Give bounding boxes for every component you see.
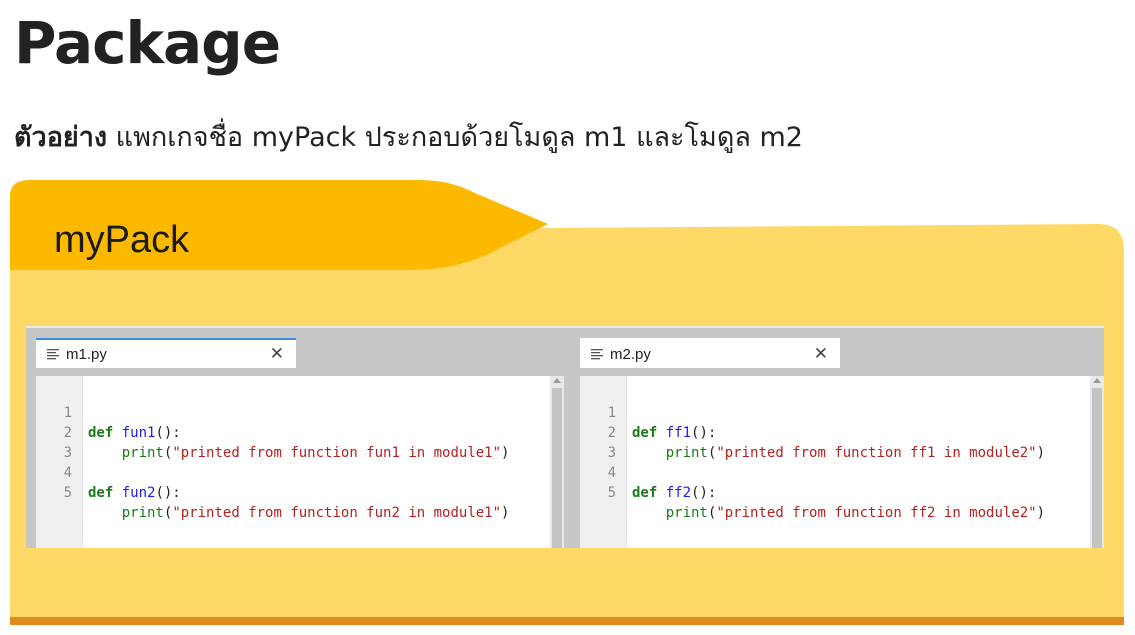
scrollbar-thumb[interactable] [552, 388, 562, 548]
vertical-scrollbar[interactable] [1090, 376, 1104, 548]
code-line: 5 print("printed from function fun2 in m… [36, 463, 510, 521]
file-lines-icon [47, 349, 59, 360]
line-number: 5 [63, 485, 72, 501]
folder-name: myPack [54, 219, 190, 261]
line-number: 5 [607, 485, 616, 501]
code-line: 5 print("printed from function ff2 in mo… [580, 463, 1045, 521]
code-area[interactable]: 1 def ff1(): 2 print("printed from funct… [580, 376, 1090, 548]
code-line: 3 [580, 423, 647, 461]
scrollbar-thumb[interactable] [1092, 388, 1102, 548]
code-line: 4 def fun2(): [36, 443, 181, 501]
file-lines-icon [591, 349, 603, 360]
close-icon[interactable]: ✕ [814, 343, 828, 365]
code-line: 4 def ff2(): [580, 443, 717, 501]
scroll-up-icon[interactable] [553, 378, 561, 383]
code-text: print("printed from function ff2 in modu… [665, 505, 1046, 521]
editor-panel-m1: m1.py ✕ 1 def fun1(): 2 print("printed f… [26, 328, 564, 548]
code-line: 3 [36, 423, 103, 461]
tab-label: m2.py [610, 345, 651, 363]
scroll-up-icon[interactable] [1093, 378, 1101, 383]
tab-label: m1.py [66, 345, 107, 363]
code-line: 1 def fun1(): [36, 383, 181, 441]
vertical-scrollbar[interactable] [550, 376, 564, 548]
tab-m1[interactable]: m1.py ✕ [36, 338, 296, 368]
code-line: 1 def ff1(): [580, 383, 717, 441]
code-line: 2 print("printed from function fun1 in m… [36, 403, 510, 461]
editor-panels: m1.py ✕ 1 def fun1(): 2 print("printed f… [26, 326, 1104, 548]
code-text: print("printed from function ff1 in modu… [665, 445, 1046, 461]
folder-bottom-edge [10, 617, 1124, 625]
tab-m2[interactable]: m2.py ✕ [580, 338, 840, 368]
code-line: 2 print("printed from function ff1 in mo… [580, 403, 1045, 461]
code-text: print("printed from function fun2 in mod… [121, 505, 510, 521]
editor-panel-m2: m2.py ✕ 1 def ff1(): 2 print("printed fr… [570, 328, 1104, 548]
close-icon[interactable]: ✕ [270, 343, 284, 365]
code-area[interactable]: 1 def fun1(): 2 print("printed from func… [36, 376, 550, 548]
code-text: print("printed from function fun1 in mod… [121, 445, 510, 461]
